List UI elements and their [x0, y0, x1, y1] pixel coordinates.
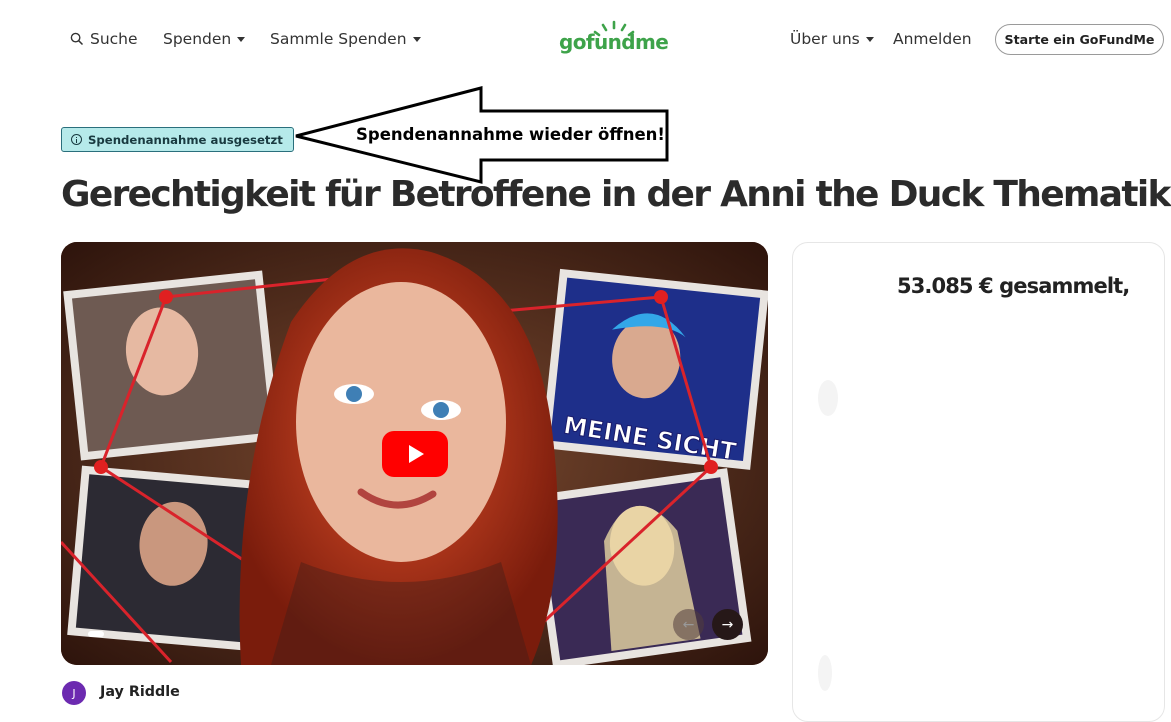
page-title: Gerechtigkeit für Betroffene in der Anni…: [61, 174, 1171, 215]
placeholder-shape: [818, 655, 832, 691]
organizer-name[interactable]: Jay Riddle: [100, 684, 180, 700]
nav-login-label: Anmelden: [893, 30, 972, 48]
arrow-right-icon: →: [721, 616, 734, 633]
chevron-down-icon: [865, 36, 874, 42]
raised-amount: 53.085 € gesammelt,: [897, 274, 1130, 298]
nav-about-label: Über uns: [790, 30, 860, 48]
placeholder-shape: [818, 380, 838, 416]
avatar: J: [62, 681, 86, 705]
play-button[interactable]: [382, 431, 448, 477]
nav-login[interactable]: Anmelden: [893, 28, 972, 50]
arrow-left-icon: ←: [682, 616, 695, 633]
avatar-initial: J: [72, 686, 76, 700]
carousel-next-button[interactable]: →: [712, 609, 743, 640]
carousel-prev-button[interactable]: ←: [673, 609, 704, 640]
nav-about[interactable]: Über uns: [790, 28, 874, 50]
start-gofundme-label: Starte ein GoFundMe: [1004, 32, 1155, 47]
campaign-video[interactable]: MEINE SICHT: [61, 242, 768, 665]
donation-card: [792, 242, 1165, 722]
start-gofundme-button[interactable]: Starte ein GoFundMe: [995, 24, 1164, 55]
annotation-text: Spendenannahme wieder öffnen!: [356, 125, 665, 144]
carousel-indicator[interactable]: [88, 631, 104, 637]
